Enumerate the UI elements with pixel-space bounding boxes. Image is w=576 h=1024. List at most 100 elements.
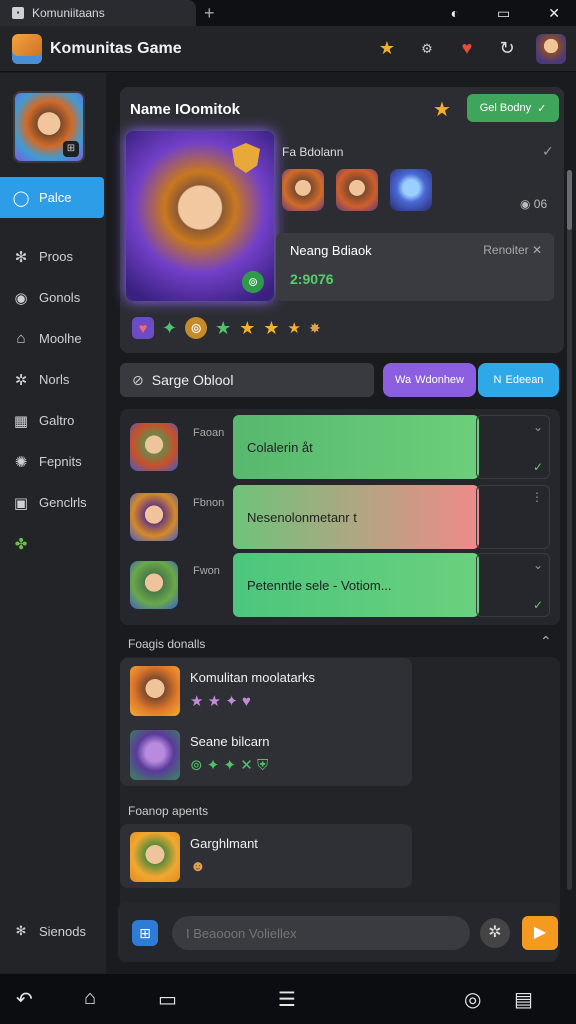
sidebar-item-fepnits[interactable]: ✺ Fepnits [0,441,106,482]
leaf-icon: ✤ [14,535,28,553]
group-item[interactable]: Seane bilcarn ⊚ ✦ ✦ ✕ ⛨ [130,726,410,782]
stat-action-label: Renoiter [483,243,529,257]
chat-row-label: Fwon [193,565,220,577]
group-rating: ☻ [190,858,206,875]
sidebar-item-label: Sienods [39,923,86,939]
gallery-icon: ▦ [13,412,29,430]
sidebar: ⊞ ◯ Palce ✻ Proos ◉ Gonols ⌂ Moolhe ✲ No… [0,73,106,973]
close-icon[interactable]: ✕ [548,5,560,22]
search-icon: ⊘ [132,371,144,388]
sidebar-item-gonols[interactable]: ◉ Gonols [0,277,106,318]
star-badge-icon: ★ [215,317,232,338]
team-avatar[interactable] [336,169,378,211]
gear-icon: ✻ [14,248,28,266]
chevron-up-icon[interactable]: ⌃ [540,633,552,650]
heart-icon[interactable]: ♥ [456,38,478,60]
app-title: Komunitas Game [50,39,182,57]
group-item[interactable]: Garghlmant ☻ [130,828,410,884]
star-badge-icon: ★ [287,320,301,337]
filter-pill-blue[interactable]: N Edeean [478,363,559,397]
pill-prefix: Wa [394,374,412,386]
group-card: Garghlmant ☻ [120,824,412,888]
star-badge-icon: ★ [239,317,256,338]
sidebar-item-palce[interactable]: ◯ Palce [0,177,104,218]
chat-row[interactable]: Fbnon Nesenolonmetanr t ⋮ [120,479,560,549]
chat-row[interactable]: Faoan Colalerin åt ⌄ ✓ [120,409,560,479]
chevron-down-icon: ⌄ [532,420,543,434]
stat-title: Neang Bdiaok [290,243,372,258]
chat-status: ⌄ ✓ [476,553,550,617]
sidebar-item-leaf[interactable]: ✤ [0,523,106,564]
group-avatar [130,730,180,780]
lens-icon[interactable]: ◎ [464,987,481,1012]
search-value: Sarge Oblool [151,372,234,388]
sidebar-item-galtro[interactable]: ▦ Galtro [0,400,106,441]
scrollbar[interactable] [567,170,572,890]
chat-avatar [130,561,178,609]
team-avatar[interactable] [390,169,432,211]
team-avatar[interactable] [282,169,324,211]
refresh-icon[interactable]: ↻ [496,38,518,60]
join-button[interactable]: Gel Bodny ✓ [467,94,559,122]
chat-bubble: Colalerin åt [233,415,479,479]
chat-row[interactable]: Fwon Petenntle sele - Votiom... ⌄ ✓ [120,547,560,617]
chat-icon: ◯ [12,189,30,207]
stat-card: Neang Bdiaok Renoiter ✕ 2:9076 [276,233,554,301]
emoji-icon[interactable]: ✲ [480,918,510,948]
home-icon[interactable]: ⌂ [84,987,96,1010]
settings-icon[interactable]: ⚙ [416,38,438,60]
star-icon[interactable]: ★ [376,38,398,60]
message-input[interactable] [172,916,470,950]
browser-tabbar: ▪ Komuniitaans + ◐ ▭ ✕ [0,0,576,26]
stat-action[interactable]: Renoiter ✕ [483,243,542,257]
sidebar-item-genclrls[interactable]: ▣ Genclrls [0,482,106,523]
sidebar-nav: ◯ Palce ✻ Proos ◉ Gonols ⌂ Moolhe ✲ Norl… [0,177,106,564]
back-icon[interactable]: ↶ [16,987,33,1012]
system-navbar: ↶ ⌂ ▭ ☰ ◎ ▤ [0,974,576,1024]
collapse-icon[interactable]: ✓ [542,143,554,160]
group-name: Komulitan moolatarks [190,670,315,685]
sidebar-item-label: Genclrls [39,495,87,510]
sidebar-item-moolhe[interactable]: ⌂ Moolhe [0,318,106,359]
group-name: Garghlmant [190,836,258,851]
recent-apps-icon[interactable]: ▭ [158,987,177,1012]
new-tab-button[interactable]: + [204,3,224,24]
chat-row-label: Faoan [193,427,225,439]
scrollbar-thumb[interactable] [567,170,572,230]
sidebar-item-label: Galtro [39,413,75,428]
group-item[interactable]: Komulitan moolatarks ★ ★ ✦ ♥ [130,662,410,718]
main-panel: Name IOomitok ★ Gel Bodny ✓ ⊚ Fa Bdolann… [106,73,576,973]
notes-icon[interactable]: ▤ [514,987,533,1012]
user-avatar[interactable] [536,33,566,64]
sidebar-item-proos[interactable]: ✻ Proos [0,236,106,277]
profile-avatar[interactable]: ⊞ [13,91,85,163]
send-button[interactable]: ▶ [522,916,558,950]
group-card: Komulitan moolatarks ★ ★ ✦ ♥ Seane bilca… [120,658,412,786]
chat-message: Petenntle sele - Votiom... [247,577,392,593]
favorite-star-icon[interactable]: ★ [433,97,451,122]
sidebar-item-norls[interactable]: ✲ Norls [0,359,106,400]
chat-message: Nesenolonmetanr t [247,509,357,525]
spark-badge-icon: ✸ [308,319,321,336]
shield-emblem-icon [232,143,260,173]
sidebar-item-sienods[interactable]: ✻ Sienods [0,911,86,951]
maximize-icon[interactable]: ▭ [497,5,510,22]
star-badge-icon: ★ [263,317,280,338]
chat-status: ⌄ ✓ [476,415,550,479]
filter-pill-purple[interactable]: Wa Wdonhew [383,363,476,397]
star-badge-icon: ✦ [162,317,178,338]
pill-prefix: N [493,374,502,386]
settings-gear-icon: ✻ [15,923,27,938]
sidebar-item-label: Gonols [39,290,81,305]
app-drawer-icon[interactable]: ☰ [278,987,296,1012]
group-avatar [130,832,180,882]
sidebar-item-label: Palce [39,190,72,205]
message-composer: ⊞ ✲ ▶ [118,902,558,962]
group-rating: ⊚ ✦ ✦ ✕ ⛨ [190,757,269,774]
level-badge-icon: ⊚ [242,271,264,293]
chat-row-label: Fbnon [193,497,225,509]
active-tab[interactable]: ▪ Komuniitaans [0,0,196,26]
window-mode-icon[interactable]: ◐ [451,5,459,22]
attach-icon[interactable]: ⊞ [132,920,158,946]
search-field[interactable]: ⊘ Sarge Oblool [120,363,374,397]
